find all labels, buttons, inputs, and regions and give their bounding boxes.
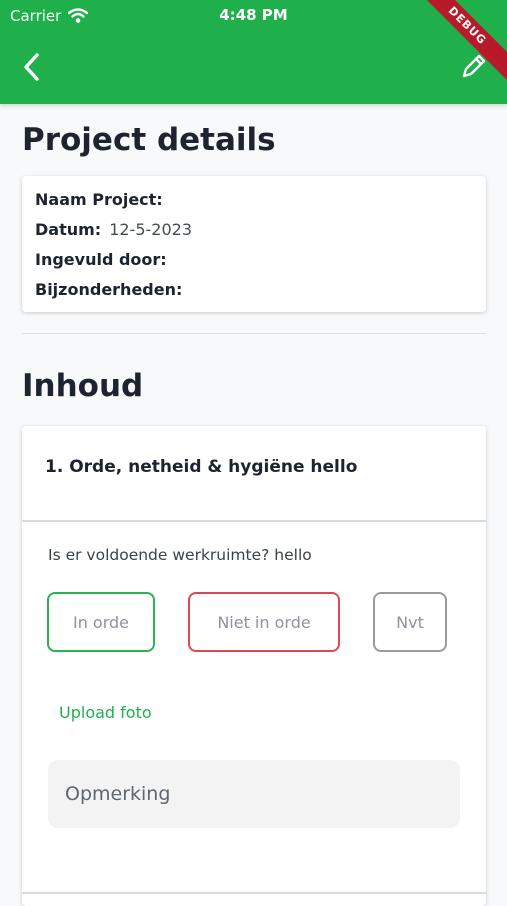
- naam-project-row: Naam Project:: [35, 190, 163, 209]
- naam-project-label: Naam Project:: [35, 190, 163, 209]
- upload-photo-button[interactable]: Upload foto: [59, 703, 152, 722]
- section-divider: [22, 333, 486, 334]
- remark-field[interactable]: Opmerking: [48, 760, 460, 828]
- datum-row: Datum: 12-5-2023: [35, 220, 192, 239]
- niet-in-orde-button[interactable]: Niet in orde: [188, 592, 340, 652]
- datum-label: Datum:: [35, 220, 102, 239]
- in-orde-button[interactable]: In orde: [47, 592, 155, 652]
- bijzonderheden-label: Bijzonderheden:: [35, 280, 183, 299]
- app-bar: Carrier 4:48 PM DEBUG: [0, 0, 507, 104]
- category-title[interactable]: 1. Orde, netheid & hygiëne hello: [45, 457, 357, 477]
- section-title: Inhoud: [22, 368, 144, 404]
- datum-value: 12-5-2023: [109, 220, 192, 239]
- ingevuld-door-row: Ingevuld door:: [35, 250, 167, 269]
- chevron-left-icon: [24, 53, 39, 81]
- project-details-card: Naam Project: Datum: 12-5-2023 Ingevuld d…: [22, 176, 486, 312]
- question-text: Is er voldoende werkruimte? hello: [48, 546, 312, 564]
- category-separator: [22, 520, 486, 522]
- page-title: Project details: [22, 122, 276, 158]
- back-button[interactable]: [18, 50, 48, 84]
- card-bottom-separator: [22, 892, 486, 894]
- bijzonderheden-row: Bijzonderheden:: [35, 280, 182, 299]
- category-card: 1. Orde, netheid & hygiëne hello Is er v…: [22, 426, 486, 906]
- status-time: 4:48 PM: [219, 6, 288, 24]
- nvt-button[interactable]: Nvt: [373, 592, 447, 652]
- ingevuld-door-label: Ingevuld door:: [35, 250, 167, 269]
